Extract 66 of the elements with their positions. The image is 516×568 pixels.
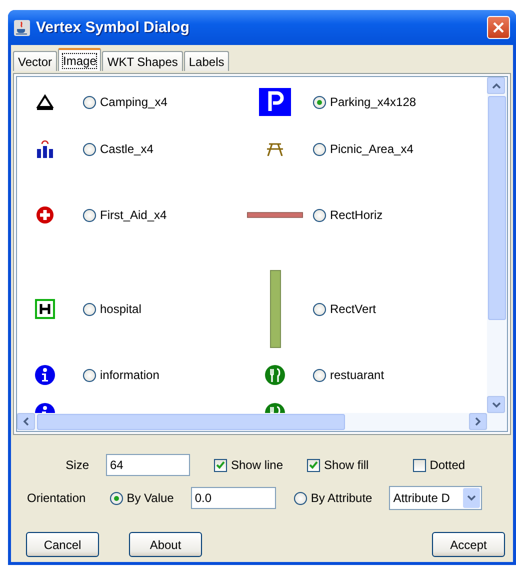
scrollbar-corner — [487, 413, 507, 431]
scroll-up-icon — [492, 82, 500, 88]
horizontal-bar-icon — [247, 211, 303, 219]
dialog-button[interactable]: Accept — [432, 532, 505, 557]
check-icon — [216, 461, 225, 469]
java-cup-icon — [14, 20, 30, 36]
symbol-label: information — [100, 368, 160, 382]
tent-icon — [35, 94, 55, 110]
check-icon — [309, 461, 318, 469]
checkbox-option[interactable]: Dotted — [412, 458, 466, 472]
symbol-label: Picnic_Area_x4 — [330, 142, 414, 156]
symbol-label: hospital — [100, 302, 142, 316]
size-label: Size — [64, 458, 89, 472]
hospital-icon — [35, 299, 55, 319]
radio-button[interactable] — [83, 142, 96, 156]
symbol-label: Castle_x4 — [100, 142, 154, 156]
symbol-label: First_Aid_x4 — [100, 208, 167, 222]
checkbox-option[interactable]: Show fill — [307, 458, 369, 472]
symbol-label: Camping_x4 — [100, 95, 168, 109]
info-icon — [35, 365, 55, 385]
radio-button[interactable] — [83, 96, 96, 108]
first-aid-icon — [36, 206, 54, 224]
radio-button[interactable] — [83, 368, 96, 382]
dialog-button[interactable]: Cancel — [26, 532, 99, 557]
tab[interactable]: WKT Shapes — [102, 51, 183, 71]
radio-button[interactable] — [110, 492, 123, 504]
symbol-label: Parking_x4x128 — [330, 95, 416, 109]
size-field[interactable]: 64 — [106, 454, 190, 476]
radio-button[interactable] — [294, 492, 307, 504]
tab[interactable]: Image — [58, 48, 102, 71]
vertical-scrollbar[interactable] — [487, 77, 507, 413]
radio-option[interactable]: By Value — [110, 491, 174, 505]
scroll-down-icon — [492, 402, 500, 408]
dropdown-caret-icon — [467, 495, 476, 501]
radio-button[interactable] — [83, 208, 96, 222]
angle-field[interactable]: 0.0 — [190, 487, 276, 509]
vertical-bar-icon — [270, 270, 280, 348]
cutlery-icon — [265, 365, 285, 385]
symbol-label: RectVert — [330, 302, 376, 316]
tab[interactable]: Labels — [184, 51, 230, 71]
checkbox-box[interactable] — [214, 458, 227, 472]
radio-button[interactable] — [313, 368, 326, 382]
dialog-button[interactable]: About — [129, 532, 202, 557]
radio-option[interactable]: By Attribute — [294, 491, 372, 505]
castle-icon — [36, 140, 54, 158]
radio-button[interactable] — [83, 302, 96, 316]
horizontal-scrollbar[interactable] — [17, 413, 487, 431]
symbol-label: RectHoriz — [330, 208, 383, 222]
radio-button[interactable] — [313, 142, 326, 156]
checkbox-box[interactable] — [412, 458, 426, 472]
orientation-label: Orientation — [27, 491, 86, 505]
attribute-dropdown[interactable]: Attribute D — [389, 486, 482, 510]
symbol-label: restuarant — [330, 368, 384, 382]
radio-button[interactable] — [313, 302, 326, 316]
window-title: Vertex Symbol Dialog — [36, 19, 190, 36]
parking-icon — [259, 88, 291, 116]
close-button[interactable] — [487, 16, 510, 39]
tab[interactable]: Vector — [13, 51, 58, 71]
scroll-left-icon — [23, 417, 29, 426]
radio-button[interactable] — [313, 208, 326, 222]
radio-button[interactable] — [313, 96, 326, 108]
picnic-table-icon — [265, 142, 285, 156]
close-icon — [493, 22, 504, 33]
scroll-right-icon — [475, 417, 481, 426]
checkbox-box[interactable] — [307, 458, 320, 472]
checkbox-option[interactable]: Show line — [214, 458, 284, 472]
